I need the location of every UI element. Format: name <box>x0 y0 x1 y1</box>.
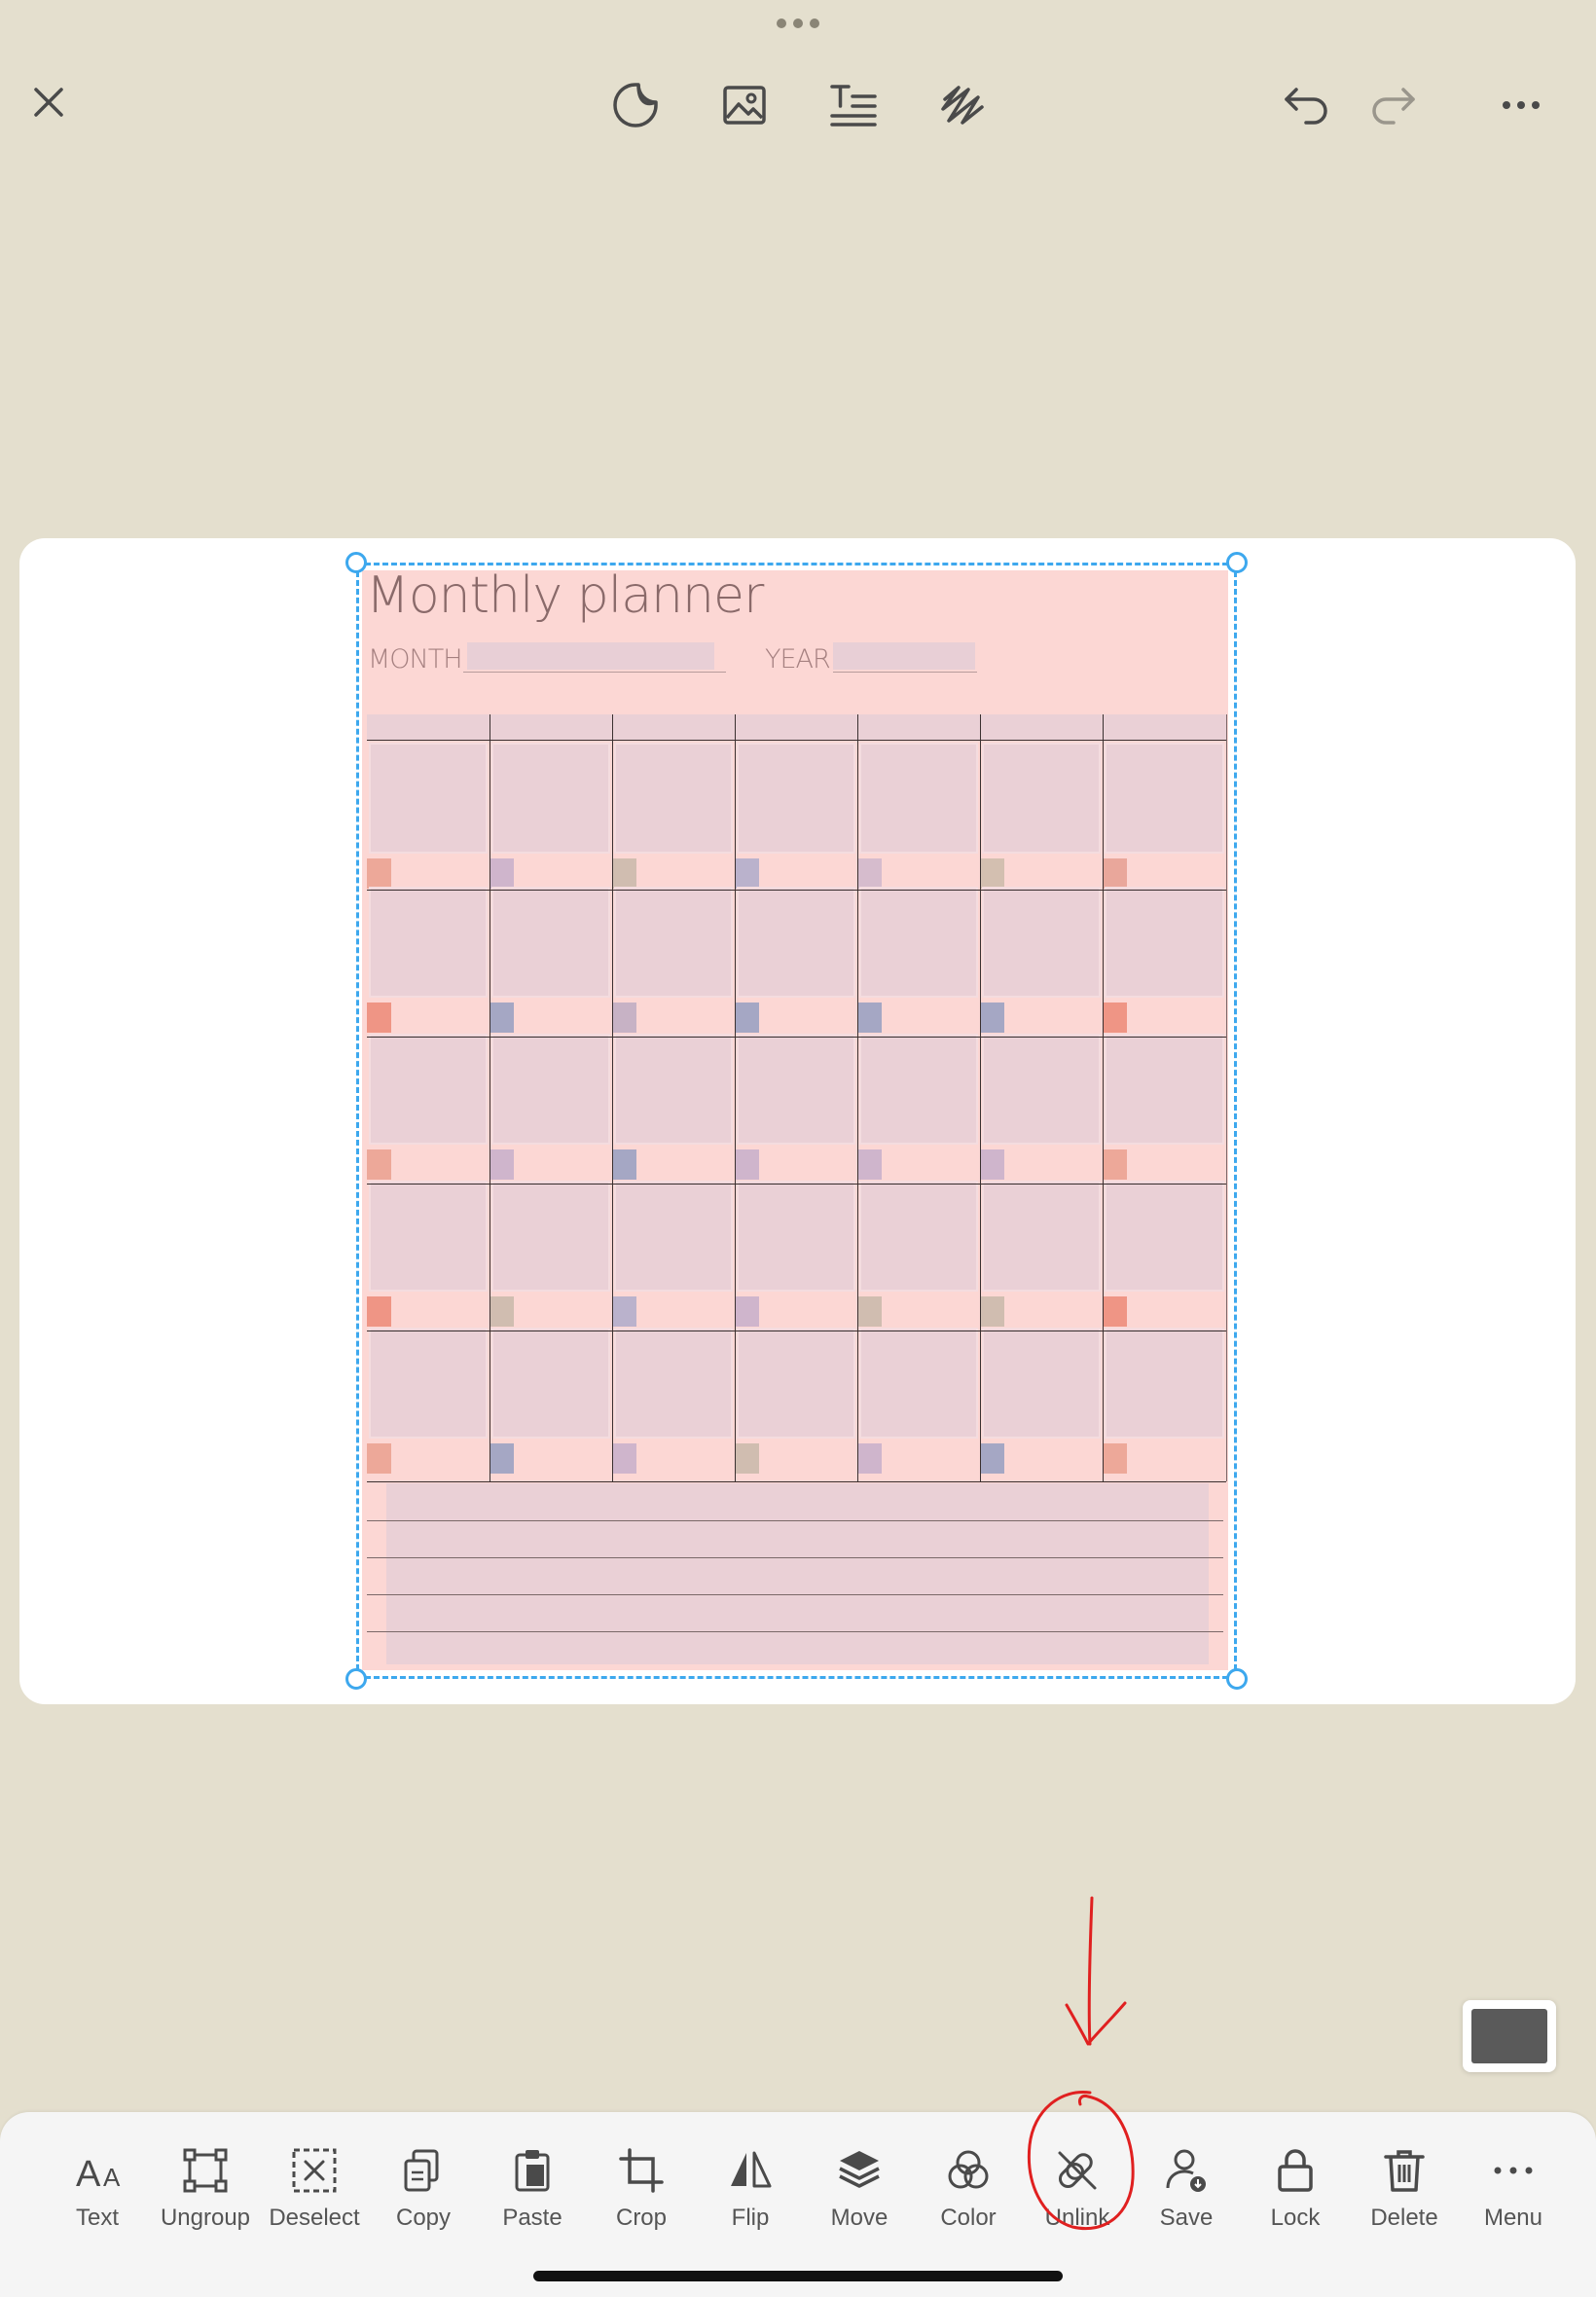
copy-icon <box>394 2141 453 2200</box>
text-label: Text <box>75 2205 119 2231</box>
redo-icon <box>1372 88 1415 125</box>
trash-icon <box>1375 2141 1433 2200</box>
home-indicator[interactable] <box>533 2271 1063 2281</box>
unlink-button[interactable]: Unlink <box>1024 2141 1131 2248</box>
move-label: Move <box>830 2205 889 2231</box>
delete-button[interactable]: Delete <box>1351 2141 1458 2248</box>
copy-label: Copy <box>395 2205 452 2231</box>
text-format-icon <box>830 85 877 127</box>
unlink-label: Unlink <box>1044 2205 1110 2231</box>
lock-button[interactable]: Lock <box>1242 2141 1349 2248</box>
svg-text:A: A <box>103 2163 121 2192</box>
flip-button[interactable]: Flip <box>697 2141 804 2248</box>
save-button[interactable]: Save <box>1133 2141 1240 2248</box>
menu-label: Menu <box>1483 2205 1543 2231</box>
more-button[interactable] <box>1494 78 1548 132</box>
unlink-icon <box>1048 2141 1106 2200</box>
crop-button[interactable]: Crop <box>588 2141 695 2248</box>
save-icon <box>1157 2141 1215 2200</box>
window-grabber[interactable] <box>774 16 822 31</box>
undo-icon <box>1285 88 1327 125</box>
move-button[interactable]: Move <box>806 2141 913 2248</box>
ungroup-button[interactable]: Ungroup <box>152 2141 259 2248</box>
color-icon <box>939 2141 998 2200</box>
more-icon <box>1503 101 1540 109</box>
crop-label: Crop <box>615 2205 668 2231</box>
deselect-icon <box>285 2141 344 2200</box>
color-button[interactable]: Color <box>915 2141 1022 2248</box>
paste-label: Paste <box>502 2205 562 2231</box>
color-swatch <box>1471 2009 1547 2063</box>
close-icon <box>34 88 63 117</box>
text-format-button[interactable] <box>826 78 881 132</box>
layers-icon <box>830 2141 889 2200</box>
resize-handle-bottom-right[interactable] <box>1226 1668 1248 1690</box>
save-label: Save <box>1159 2205 1214 2231</box>
crop-icon <box>612 2141 671 2200</box>
svg-text:A: A <box>76 2154 101 2194</box>
resize-handle-top-left[interactable] <box>345 552 367 573</box>
text-icon: AA <box>68 2141 127 2200</box>
image-icon <box>723 86 766 125</box>
lock-icon <box>1266 2141 1324 2200</box>
more-dots-icon <box>777 18 819 28</box>
copy-button[interactable]: Copy <box>370 2141 477 2248</box>
menu-button[interactable]: Menu <box>1460 2141 1567 2248</box>
delete-label: Delete <box>1370 2205 1438 2231</box>
lock-label: Lock <box>1270 2205 1321 2231</box>
deselect-label: Deselect <box>269 2205 360 2231</box>
image-button[interactable] <box>717 78 772 132</box>
text-button[interactable]: A A Text <box>44 2141 151 2248</box>
paste-icon <box>503 2141 562 2200</box>
paste-button[interactable]: Paste <box>479 2141 586 2248</box>
ungroup-icon <box>176 2141 235 2200</box>
close-button[interactable] <box>24 78 73 127</box>
resize-handle-bottom-left[interactable] <box>345 1668 367 1690</box>
ungroup-label: Ungroup <box>160 2205 251 2231</box>
selection-rectangle <box>356 563 1237 1679</box>
resize-handle-top-right[interactable] <box>1226 552 1248 573</box>
flip-label: Flip <box>731 2205 770 2231</box>
color-swatch-button[interactable] <box>1463 2000 1556 2072</box>
more-icon <box>1484 2141 1542 2200</box>
undo-button[interactable] <box>1279 78 1333 132</box>
deselect-button[interactable]: Deselect <box>261 2141 368 2248</box>
redo-button[interactable] <box>1366 78 1421 132</box>
scribble-icon <box>941 86 984 125</box>
sticker-icon <box>613 83 658 128</box>
color-label: Color <box>940 2205 997 2231</box>
sticker-button[interactable] <box>608 78 663 132</box>
flip-icon <box>721 2141 780 2200</box>
scribble-button[interactable] <box>935 78 990 132</box>
